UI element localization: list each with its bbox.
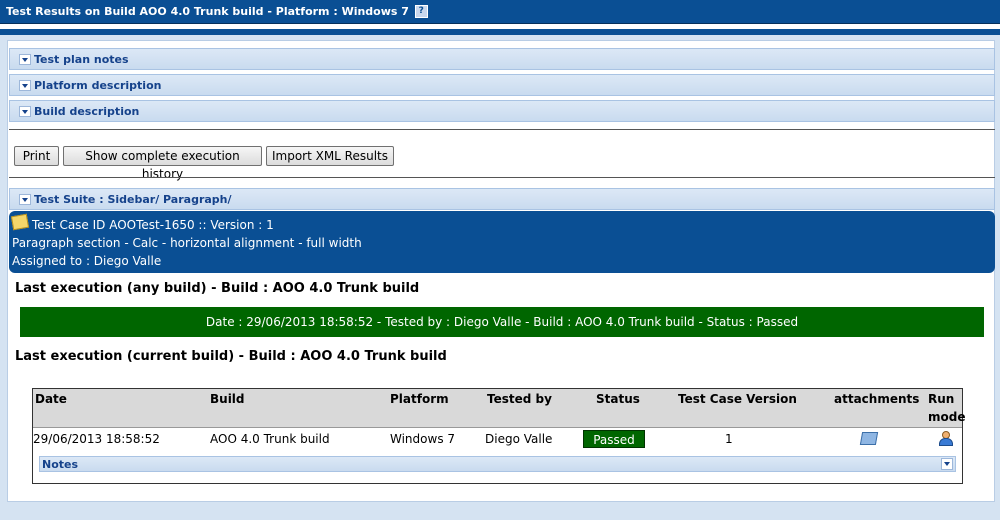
col-mode: mode [928,410,966,424]
section-build-description[interactable]: Build description [9,100,995,122]
section-label: Build description [34,105,140,118]
window-title-bar: Test Results on Build AOO 4.0 Trunk buil… [0,0,1000,24]
run-mode-user-icon [938,431,953,446]
chevron-down-icon[interactable] [19,194,31,205]
section-label: Test plan notes [34,53,129,66]
test-case-id: Test Case ID AOOTest-1650 :: Version : 1 [32,218,274,232]
import-xml-button[interactable]: Import XML Results [266,146,394,166]
section-platform-description[interactable]: Platform description [9,74,995,96]
col-tested-by: Tested by [487,392,552,406]
chevron-down-icon[interactable] [19,106,31,117]
col-date: Date [35,392,67,406]
col-attachments: attachments [834,392,920,406]
divider [9,177,995,178]
chevron-down-icon[interactable] [941,458,953,470]
row-version: 1 [725,432,733,446]
table-header: Date Build Platform Tested by Status Tes… [33,389,966,428]
col-run: Run [928,392,955,406]
divider [9,129,995,130]
show-history-button[interactable]: Show complete execution history [63,146,262,181]
last-exec-summary: Date : 29/06/2013 18:58:52 - Tested by :… [20,307,984,337]
last-exec-any-heading: Last execution (any build) - Build : AOO… [15,281,420,296]
attachment-icon[interactable] [859,432,879,445]
chevron-down-icon[interactable] [19,54,31,65]
print-button[interactable]: Print [14,146,59,166]
note-icon [10,213,30,231]
section-label: Test Suite : Sidebar/ Paragraph/ [34,193,232,206]
execution-table: Date Build Platform Tested by Status Tes… [32,388,966,484]
section-test-plan-notes[interactable]: Test plan notes [9,48,995,70]
help-icon[interactable]: ? [414,5,428,18]
chevron-down-icon[interactable] [19,80,31,91]
col-build: Build [210,392,245,406]
row-build: AOO 4.0 Trunk build [210,432,330,446]
status-badge: Passed [583,430,645,448]
notes-label: Notes [42,458,79,471]
test-case-title: Paragraph section - Calc - horizontal al… [12,236,362,250]
col-version: Test Case Version [678,392,797,406]
test-case-header: Test Case ID AOOTest-1650 :: Version : 1… [9,211,995,273]
notes-section[interactable]: Notes [39,456,956,472]
row-platform: Windows 7 [390,432,456,446]
row-date: 29/06/2013 18:58:52 [33,432,160,446]
col-platform: Platform [390,392,449,406]
section-label: Platform description [34,79,162,92]
test-case-assigned: Assigned to : Diego Valle [12,254,162,268]
section-test-suite[interactable]: Test Suite : Sidebar/ Paragraph/ [9,188,995,210]
window-title: Test Results on Build AOO 4.0 Trunk buil… [6,5,428,18]
last-exec-current-heading: Last execution (current build) - Build :… [15,349,447,364]
row-tested-by: Diego Valle [485,432,553,446]
col-status: Status [596,392,640,406]
